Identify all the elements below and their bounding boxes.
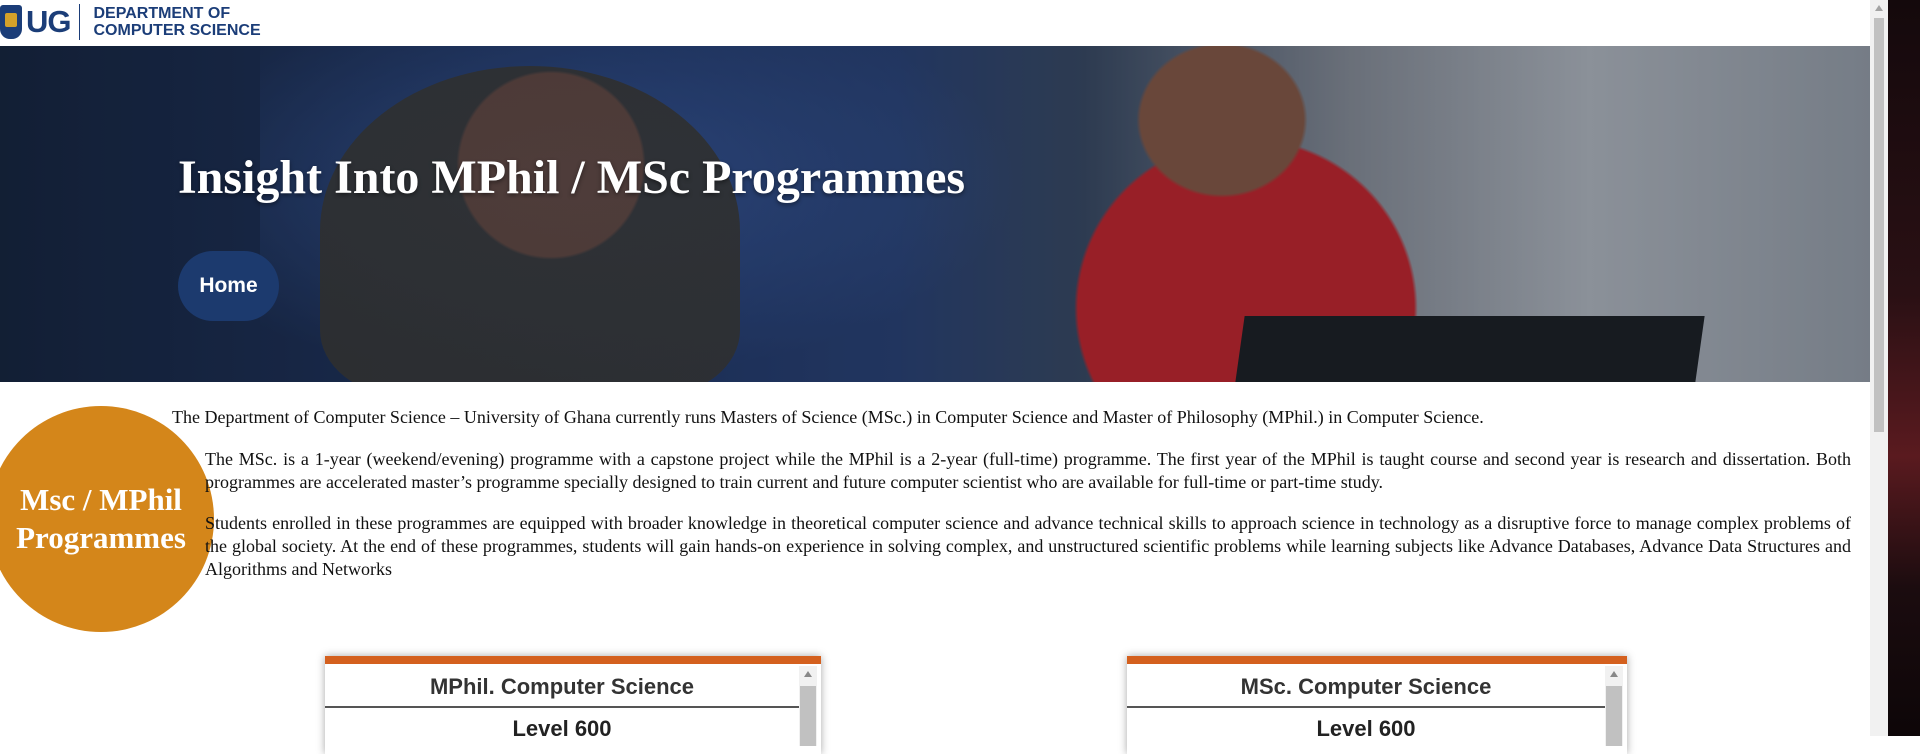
crest-icon — [0, 5, 22, 39]
background-window-edge — [1888, 0, 1920, 736]
card-level: Level 600 — [512, 716, 612, 741]
home-button[interactable]: Home — [178, 251, 279, 321]
site-header: UG DEPARTMENT OF COMPUTER SCIENCE — [0, 0, 1870, 46]
card-title: MSc. Computer Science — [1127, 664, 1605, 708]
card-title: MPhil. Computer Science — [325, 664, 799, 708]
page-scrollbar[interactable] — [1870, 0, 1888, 736]
scroll-up-icon[interactable] — [1875, 5, 1883, 11]
card-level: Level 600 — [1316, 716, 1416, 741]
card-scrollbar-thumb[interactable] — [1606, 686, 1622, 746]
university-logo[interactable]: UG DEPARTMENT OF COMPUTER SCIENCE — [0, 2, 261, 42]
card-scrollbar[interactable] — [799, 666, 817, 746]
card-scrollbar-thumb[interactable] — [800, 686, 816, 746]
logo-mark: UG — [26, 4, 71, 39]
intro-paragraph-2: The MSc. is a 1-year (weekend/evening) p… — [205, 449, 1851, 492]
department-line-2: COMPUTER SCIENCE — [93, 22, 261, 39]
programme-card-msc: MSc. Computer Science Level 600 — [1127, 656, 1627, 754]
department-line-1: DEPARTMENT OF — [93, 5, 231, 22]
logo-divider — [78, 4, 80, 40]
badge-line-2: Programmes — [16, 520, 186, 555]
scrollbar-thumb[interactable] — [1874, 18, 1884, 432]
programme-card-mphil: MPhil. Computer Science Level 600 — [325, 656, 821, 754]
hero-banner: Insight Into MPhil / MSc Programmes Home — [0, 46, 1870, 382]
hero-overlay — [0, 46, 1870, 382]
card-scrollbar[interactable] — [1605, 666, 1623, 746]
intro-paragraph-3: Students enrolled in these programmes ar… — [205, 513, 1851, 579]
scroll-up-icon[interactable] — [1610, 671, 1618, 677]
badge-line-1: Msc / MPhil — [20, 482, 182, 517]
intro-paragraph-1: The Department of Computer Science – Uni… — [172, 407, 1484, 427]
page-title: Insight Into MPhil / MSc Programmes — [178, 151, 966, 204]
scroll-up-icon[interactable] — [804, 671, 812, 677]
department-name: DEPARTMENT OF COMPUTER SCIENCE — [94, 5, 261, 39]
programmes-badge: Msc / MPhil Programmes — [0, 406, 214, 632]
